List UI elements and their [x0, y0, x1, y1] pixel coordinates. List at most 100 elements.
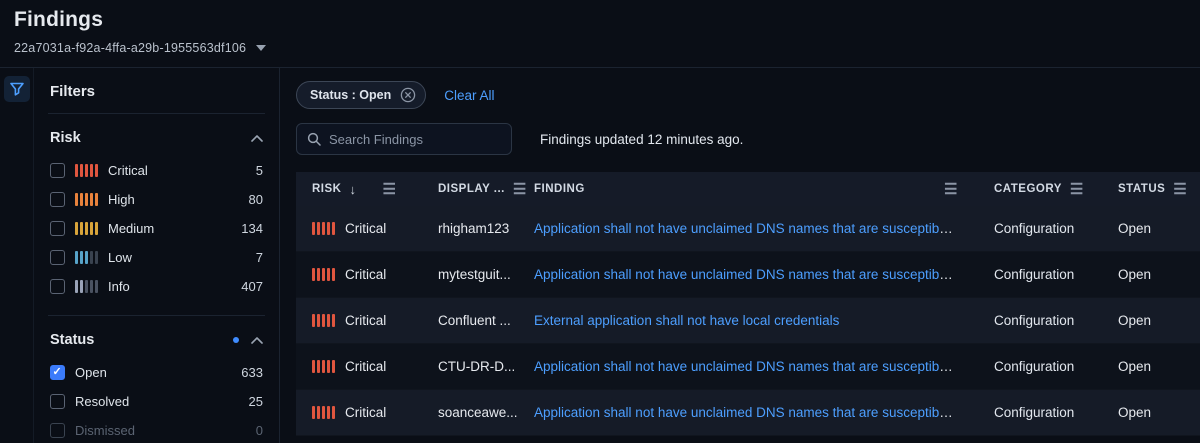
filter-item-count: 25: [249, 394, 263, 409]
content-area: Filters Risk Critical 5: [0, 67, 1200, 443]
display-name-cell: mytestguit...: [438, 267, 534, 282]
risk-cell: Critical: [296, 313, 438, 328]
column-menu-icon[interactable]: ☰: [513, 182, 527, 197]
filters-body: Filters Risk Critical 5: [34, 68, 279, 443]
finding-link[interactable]: Application shall not have unclaimed DNS…: [534, 405, 984, 420]
status-section-title: Status: [50, 332, 94, 348]
filters-panel: Filters Risk Critical 5: [0, 68, 280, 443]
critical-checkbox[interactable]: [50, 163, 65, 178]
chevron-down-icon: [256, 45, 266, 51]
risk-critical-icon: [312, 406, 335, 419]
display-name-cell: rhigham123: [438, 221, 534, 236]
finding-link[interactable]: Application shall not have unclaimed DNS…: [534, 267, 984, 282]
column-header-status[interactable]: STATUS ☰: [1118, 182, 1200, 197]
chevron-up-icon[interactable]: [251, 135, 263, 142]
filter-section-status: Status Open 633 Resolved: [48, 315, 265, 443]
column-menu-icon[interactable]: ☰: [1173, 182, 1187, 197]
findings-page: Findings 22a7031a-f92a-4ffa-a29b-1955563…: [0, 0, 1200, 443]
high-checkbox[interactable]: [50, 192, 65, 207]
chevron-up-icon[interactable]: [251, 337, 263, 344]
findings-table: RISK ↓ ☰ DISPLAY ... ☰ FINDING ☰ CATEGOR…: [296, 172, 1200, 436]
column-header-category[interactable]: CATEGORY ☰: [994, 182, 1118, 197]
filter-item-open[interactable]: Open 633: [48, 358, 265, 387]
table-row[interactable]: Critical mytestguit... Application shall…: [296, 252, 1200, 298]
display-name-cell: soanceawe...: [438, 405, 534, 420]
category-cell: Configuration: [994, 313, 1118, 328]
risk-low-icon: [75, 251, 98, 264]
filter-funnel-button[interactable]: [4, 76, 30, 102]
table-row[interactable]: Critical soanceawe... Application shall …: [296, 390, 1200, 436]
filter-item-resolved[interactable]: Resolved 25: [48, 387, 265, 416]
column-header-display[interactable]: DISPLAY ... ☰: [438, 182, 534, 197]
scope-selector[interactable]: 22a7031a-f92a-4ffa-a29b-1955563df106: [14, 41, 1200, 55]
filter-item-high[interactable]: High 80: [48, 185, 265, 214]
finding-cell: External application shall not have loca…: [534, 313, 994, 328]
filter-section-risk: Risk Critical 5: [48, 114, 265, 301]
info-checkbox[interactable]: [50, 279, 65, 294]
column-header-risk[interactable]: RISK ↓ ☰: [296, 182, 438, 197]
table-row[interactable]: Critical rhigham123 Application shall no…: [296, 206, 1200, 252]
remove-chip-icon[interactable]: [400, 87, 416, 103]
dismissed-checkbox[interactable]: [50, 423, 65, 438]
table-row[interactable]: Critical CTU-DR-D... Application shall n…: [296, 344, 1200, 390]
finding-link[interactable]: Application shall not have unclaimed DNS…: [534, 221, 984, 236]
page-header: Findings 22a7031a-f92a-4ffa-a29b-1955563…: [0, 0, 1200, 55]
active-filters-row: Status : Open Clear All: [296, 80, 1200, 110]
filter-item-label: Critical: [108, 163, 148, 178]
table-header-row: RISK ↓ ☰ DISPLAY ... ☰ FINDING ☰ CATEGOR…: [296, 172, 1200, 206]
filter-item-label: Low: [108, 250, 132, 265]
medium-checkbox[interactable]: [50, 221, 65, 236]
filter-item-critical[interactable]: Critical 5: [48, 156, 265, 185]
risk-critical-icon: [75, 164, 98, 177]
category-cell: Configuration: [994, 405, 1118, 420]
status-cell: Open: [1118, 359, 1200, 374]
resolved-checkbox[interactable]: [50, 394, 65, 409]
page-title: Findings: [14, 8, 1200, 32]
status-cell: Open: [1118, 221, 1200, 236]
search-input[interactable]: [329, 132, 501, 147]
search-box[interactable]: [296, 123, 512, 155]
column-menu-icon[interactable]: ☰: [382, 182, 396, 197]
filter-item-label: Open: [75, 365, 107, 380]
risk-medium-icon: [75, 222, 98, 235]
search-icon: [307, 132, 321, 146]
risk-section-title: Risk: [50, 130, 81, 146]
filter-item-info[interactable]: Info 407: [48, 272, 265, 301]
filters-title: Filters: [48, 68, 265, 114]
updated-status-text: Findings updated 12 minutes ago.: [540, 132, 743, 147]
filter-item-low[interactable]: Low 7: [48, 243, 265, 272]
column-header-finding[interactable]: FINDING ☰: [534, 182, 994, 197]
status-open-filter-chip[interactable]: Status : Open: [296, 81, 426, 109]
risk-section-header[interactable]: Risk: [48, 128, 265, 156]
active-filter-dot-icon: [233, 337, 239, 343]
search-row: Findings updated 12 minutes ago.: [296, 123, 1200, 155]
filter-item-label: Medium: [108, 221, 154, 236]
filter-item-dismissed[interactable]: Dismissed 0: [48, 416, 265, 443]
finding-cell: Application shall not have unclaimed DNS…: [534, 359, 994, 374]
status-section-header[interactable]: Status: [48, 330, 265, 358]
column-menu-icon[interactable]: ☰: [944, 182, 958, 197]
main-area: Status : Open Clear All Findings up: [280, 68, 1200, 443]
column-menu-icon[interactable]: ☰: [1070, 182, 1084, 197]
filter-item-label: Info: [108, 279, 130, 294]
low-checkbox[interactable]: [50, 250, 65, 265]
finding-link[interactable]: Application shall not have unclaimed DNS…: [534, 359, 984, 374]
sort-desc-icon[interactable]: ↓: [349, 182, 356, 197]
risk-critical-icon: [312, 314, 335, 327]
chip-label: Status : Open: [310, 88, 391, 102]
risk-critical-icon: [312, 268, 335, 281]
table-row[interactable]: Critical Confluent ... External applicat…: [296, 298, 1200, 344]
risk-cell: Critical: [296, 267, 438, 282]
status-cell: Open: [1118, 405, 1200, 420]
clear-all-link[interactable]: Clear All: [444, 88, 494, 103]
finding-cell: Application shall not have unclaimed DNS…: [534, 405, 994, 420]
filter-item-medium[interactable]: Medium 134: [48, 214, 265, 243]
status-cell: Open: [1118, 313, 1200, 328]
open-checkbox[interactable]: [50, 365, 65, 380]
scope-id: 22a7031a-f92a-4ffa-a29b-1955563df106: [14, 41, 246, 55]
risk-cell: Critical: [296, 359, 438, 374]
status-cell: Open: [1118, 267, 1200, 282]
filter-rail: [0, 68, 34, 443]
finding-link[interactable]: External application shall not have loca…: [534, 313, 839, 328]
category-cell: Configuration: [994, 221, 1118, 236]
